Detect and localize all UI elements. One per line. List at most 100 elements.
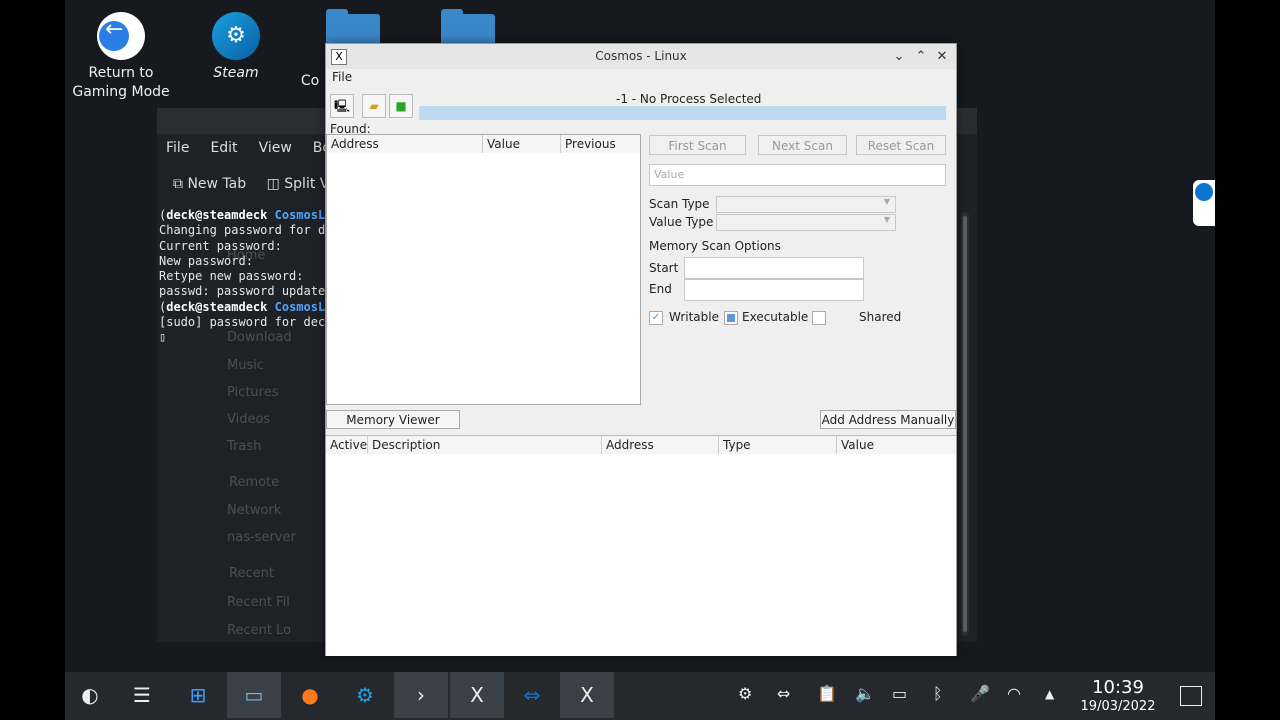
first-scan-button[interactable]: First Scan (649, 135, 746, 155)
folder-icon[interactable] (326, 9, 380, 44)
memory-scan-options-label: Memory Scan Options (649, 239, 781, 253)
computer-icon: 🖳 (333, 99, 350, 113)
column-value[interactable]: Value (483, 135, 561, 153)
sidebar-music: Music (227, 358, 264, 373)
start-address-input[interactable] (684, 257, 864, 279)
folder-icon[interactable] (441, 9, 495, 44)
return-to-gaming-mode-label: Return to Gaming Mode (72, 65, 170, 100)
next-scan-button[interactable]: Next Scan (758, 135, 847, 155)
column-value[interactable]: Value (837, 436, 956, 454)
cosmos-x-active-icon[interactable]: X (560, 672, 614, 718)
microphone-icon[interactable]: 🎤 (970, 684, 990, 703)
scan-type-select[interactable]: ▼ (716, 196, 896, 213)
clock-time: 10:39 (1092, 677, 1144, 698)
teamviewer-tray-icon[interactable]: ⇔ (777, 684, 790, 703)
desktop: ← Return to Gaming Mode ⚙ Steam Co Home … (65, 0, 1215, 720)
steam-label: Steam (213, 65, 259, 81)
sidebar-pictures: Pictures (227, 385, 279, 400)
volume-icon[interactable]: 🔈 (855, 684, 875, 703)
scan-type-label: Scan Type (649, 197, 710, 211)
background-scrollbar-thumb[interactable] (963, 216, 967, 632)
window-titlebar: X Cosmos - Linux ⌄ ⌃ ✕ (326, 44, 956, 69)
menu-edit[interactable]: Edit (210, 140, 237, 156)
sidebar-trash: Trash (227, 439, 262, 454)
wifi-icon[interactable]: ◠ (1007, 684, 1021, 703)
value-input[interactable]: Value (649, 164, 946, 186)
shared-checkbox[interactable] (812, 311, 826, 325)
discover-store-icon[interactable]: ⊞ (171, 672, 225, 718)
minimize-icon[interactable]: ⌄ (889, 47, 909, 67)
sidebar-recent-files: Recent Fil (227, 595, 290, 610)
column-type[interactable]: Type (719, 436, 837, 454)
steamdeck-menu-icon[interactable]: ◐ (65, 672, 115, 718)
steam-shortcut[interactable]: ⚙ Steam (181, 0, 291, 83)
show-desktop-button[interactable] (1180, 686, 1202, 706)
value-type-label: Value Type (649, 215, 714, 229)
scan-results-list[interactable]: Address Value Previous (326, 134, 641, 405)
column-address[interactable]: Address (327, 135, 483, 153)
split-view-button[interactable]: Split V (284, 176, 329, 192)
menu-file[interactable]: File (332, 70, 352, 84)
clipboard-icon[interactable]: 📋 (817, 684, 837, 703)
address-list-table[interactable]: Active Description Address Type Value (326, 435, 956, 656)
folder-open-icon: ▰ (369, 99, 379, 113)
save-button[interactable]: ■ (389, 94, 413, 118)
sidebar-remote: Remote (229, 475, 280, 490)
taskbar: ◐ ☰ ⊞ ▭ ● ⚙ › X ⇔ X ⚙ ⇔ 📋 🔈 ▭ ᛒ 🎤 ◠ ▲ 10… (65, 672, 1215, 720)
scan-progress-bar (419, 106, 946, 120)
column-description[interactable]: Description (368, 436, 602, 454)
sidebar-videos: Videos (227, 412, 271, 427)
value-type-select[interactable]: ▼ (716, 214, 896, 231)
chevron-down-icon: ▼ (883, 215, 890, 224)
open-file-button[interactable]: ▰ (362, 94, 386, 118)
column-active[interactable]: Active (326, 436, 368, 454)
cosmos-x-icon[interactable]: X (450, 672, 504, 718)
return-to-gaming-mode-shortcut[interactable]: ← Return to Gaming Mode (66, 0, 176, 102)
sidebar-nas-server: nas-server (227, 530, 296, 545)
split-view-icon: ◫ (266, 176, 280, 192)
battery-icon[interactable]: ▭ (892, 684, 907, 703)
teamviewer-icon[interactable]: ⇔ (505, 672, 559, 718)
column-previous[interactable]: Previous (561, 135, 640, 153)
new-tab-button[interactable]: New Tab (187, 176, 246, 192)
bluetooth-icon[interactable]: ᛒ (933, 684, 943, 703)
menu-view[interactable]: View (259, 140, 292, 156)
teamviewer-side-icon[interactable] (1193, 180, 1215, 226)
menu-file[interactable]: File (166, 140, 189, 156)
executable-checkbox[interactable] (724, 311, 738, 325)
steam-tray-icon[interactable]: ⚙ (738, 684, 752, 703)
sidebar-network: Network (227, 503, 282, 518)
clock[interactable]: 10:39 19/03/2022 (1075, 678, 1161, 715)
clock-date: 19/03/2022 (1080, 699, 1156, 714)
chevron-down-icon: ▼ (883, 197, 890, 206)
window-title: Cosmos - Linux (595, 49, 687, 63)
steam-icon[interactable]: ⚙ (338, 672, 392, 718)
firefox-icon[interactable]: ● (283, 672, 337, 718)
cosmos-window: X Cosmos - Linux ⌄ ⌃ ✕ File 🖳 ▰ ■ -1 - N… (325, 43, 957, 656)
close-icon[interactable]: ✕ (932, 47, 952, 67)
terminal-toolbar: ⧉ New Tab ◫ Split V (173, 176, 329, 192)
settings-sliders-icon[interactable]: ☰ (115, 672, 169, 718)
dolphin-files-icon[interactable]: ▭ (227, 672, 281, 718)
reset-scan-button[interactable]: Reset Scan (856, 135, 946, 155)
tray-expand-icon[interactable]: ▲ (1045, 687, 1054, 701)
process-label: -1 - No Process Selected (616, 92, 762, 106)
writable-checkbox[interactable]: ✓ (649, 311, 663, 325)
shared-label: Shared (859, 310, 902, 324)
maximize-icon[interactable]: ⌃ (911, 47, 931, 67)
column-address[interactable]: Address (602, 436, 719, 454)
terminal-cursor: ▯ (159, 330, 167, 345)
select-process-button[interactable]: 🖳 (330, 94, 354, 118)
save-icon: ■ (395, 99, 407, 113)
return-arrow-icon: ← (97, 12, 145, 60)
start-label: Start (649, 261, 679, 275)
konsole-terminal-icon[interactable]: › (394, 672, 448, 718)
memory-viewer-button[interactable]: Memory Viewer (326, 410, 460, 429)
add-address-manually-button[interactable]: Add Address Manually (820, 410, 956, 429)
sidebar-recent: Recent (229, 566, 274, 581)
writable-label: Writable (669, 310, 719, 324)
steam-icon: ⚙ (212, 12, 260, 60)
new-tab-icon: ⧉ (173, 176, 183, 192)
end-address-input[interactable] (684, 279, 864, 301)
terminal-output[interactable]: (deck@steamdeck CosmosL Changing passwor… (159, 208, 325, 346)
